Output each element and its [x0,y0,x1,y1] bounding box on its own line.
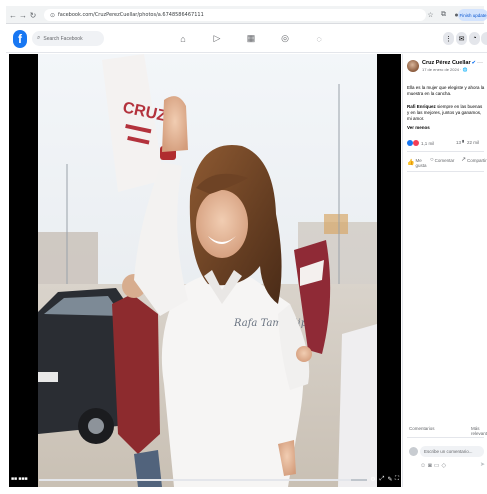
share-label: Compartir [467,158,487,163]
like-button[interactable]: 👍 Me gusta [407,158,427,168]
facebook-search[interactable]: ⌕ Search Facebook [32,31,104,46]
share-icon: ↗ [461,157,467,163]
address-url: facebook.com/CruzPerezCuellar/photos/a.6… [58,12,204,18]
comment-button[interactable]: ○ Comentar [430,157,455,163]
bookmark-star-icon[interactable]: ☆ [426,9,435,21]
search-placeholder: Search Facebook [43,35,83,42]
progress-track[interactable] [39,479,367,481]
sort-comments-dropdown[interactable]: Más relevantes [471,426,487,436]
more-options-icon[interactable]: ··· [477,60,483,66]
video-controls: ■■ ■■■ ⚙ ⤢ ✎ ⛶ [9,473,401,487]
facebook-logo[interactable]: f [13,30,27,48]
comment-label: Comentar [434,158,455,163]
see-more-link[interactable]: Ver menos [407,125,430,130]
browser-toolbar: ← → ↻ ⊙ facebook.com/CruzPerezCuellar/ph… [6,6,487,24]
emoji-icon[interactable]: ☺ [420,463,428,469]
verified-badge-icon: ✔ [471,60,476,66]
divider [407,437,484,438]
post-author[interactable]: Cruz Pérez Cuellar✔ [422,60,476,66]
post-author-name[interactable]: Cruz Pérez Cuellar [422,60,471,66]
tagged-person[interactable]: Rafi Enriquez [407,104,436,109]
menu-grid-icon[interactable]: ⋮ [443,32,454,45]
marketplace-nav-icon[interactable]: ▦ [246,33,256,44]
comments-count[interactable]: 13 [456,140,461,145]
share-button[interactable]: ↗ Compartir [461,157,487,163]
engagement-counts: 13 ▘ 22 mil [456,140,479,146]
post-photo: CRUZ Rafa Tamaulipas [38,54,377,487]
site-info-icon[interactable]: ⊙ [50,12,55,19]
love-reaction-icon [413,140,419,146]
post-meta[interactable]: 17 de enero de 2024 · 🌐 [422,67,467,72]
gaming-nav-icon[interactable]: ◌ [314,33,324,44]
comment-tools: ☺◙▭◇ [420,462,448,469]
comments-header: Comentarios [409,426,435,431]
divider [407,151,484,152]
fullscreen-icon[interactable]: ⛶ [393,475,401,484]
reload-icon[interactable]: ↻ [28,8,38,22]
forward-icon[interactable]: → [18,8,28,22]
video-nav-icon[interactable]: ▷ [212,33,222,44]
messenger-icon[interactable]: ✉ [456,32,467,45]
send-comment-icon[interactable]: ➤ [480,461,485,468]
back-icon[interactable]: ← [8,8,18,22]
reaction-count: 1,1 mil [421,140,435,146]
comment-icon: ○ [430,157,434,163]
notifications-icon[interactable]: ◔ [469,32,480,45]
like-label: Me gusta [415,158,427,168]
post-panel: Cruz Pérez Cuellar✔ 17 de enero de 2024 … [402,54,487,487]
expand-icon[interactable]: ⤢ [378,475,386,484]
progress-fill [39,479,351,481]
post-caption-2: Rafi Enriquez siempre en las buenas y en… [407,104,485,122]
extensions-icon[interactable]: ⧉ [439,9,448,21]
comment-bubble-icon: ▘ [462,140,466,145]
photo-scene: CRUZ Rafa Tamaulipas [38,54,377,487]
thumbs-up-icon: 👍 [407,159,415,166]
finish-update-button[interactable]: Finish update [458,9,487,21]
shares-count[interactable]: 22 mil [467,140,479,145]
home-nav-icon[interactable]: ⌂ [178,33,188,44]
divider [407,171,484,172]
photo-viewer[interactable]: CRUZ Rafa Tamaulipas ■■ ■■■ ⚙ ⤢ ✎ ⛶ [9,54,401,487]
settings-icon[interactable]: ⚙ [369,475,377,484]
search-icon: ⌕ [37,35,41,41]
author-avatar[interactable] [407,60,419,72]
comment-input[interactable]: Escribe un comentario... [420,446,484,457]
commenter-avatar [409,447,418,456]
reactions-summary[interactable]: 1,1 mil [407,140,434,146]
address-bar[interactable]: ⊙ facebook.com/CruzPerezCuellar/photos/a… [44,9,426,21]
account-avatar[interactable] [481,32,487,45]
viewer-time-label: ■■ ■■■ [11,476,28,482]
sticker-icon[interactable]: ◇ [441,463,448,469]
facebook-header: f ⌕ Search Facebook ⌂ ▷ ▦ ◎ ◌ ⋮ ✉ ◔ [6,25,487,53]
post-caption: Ella es la mujer que elegiste y ahora la… [407,85,485,96]
groups-nav-icon[interactable]: ◎ [280,33,290,44]
